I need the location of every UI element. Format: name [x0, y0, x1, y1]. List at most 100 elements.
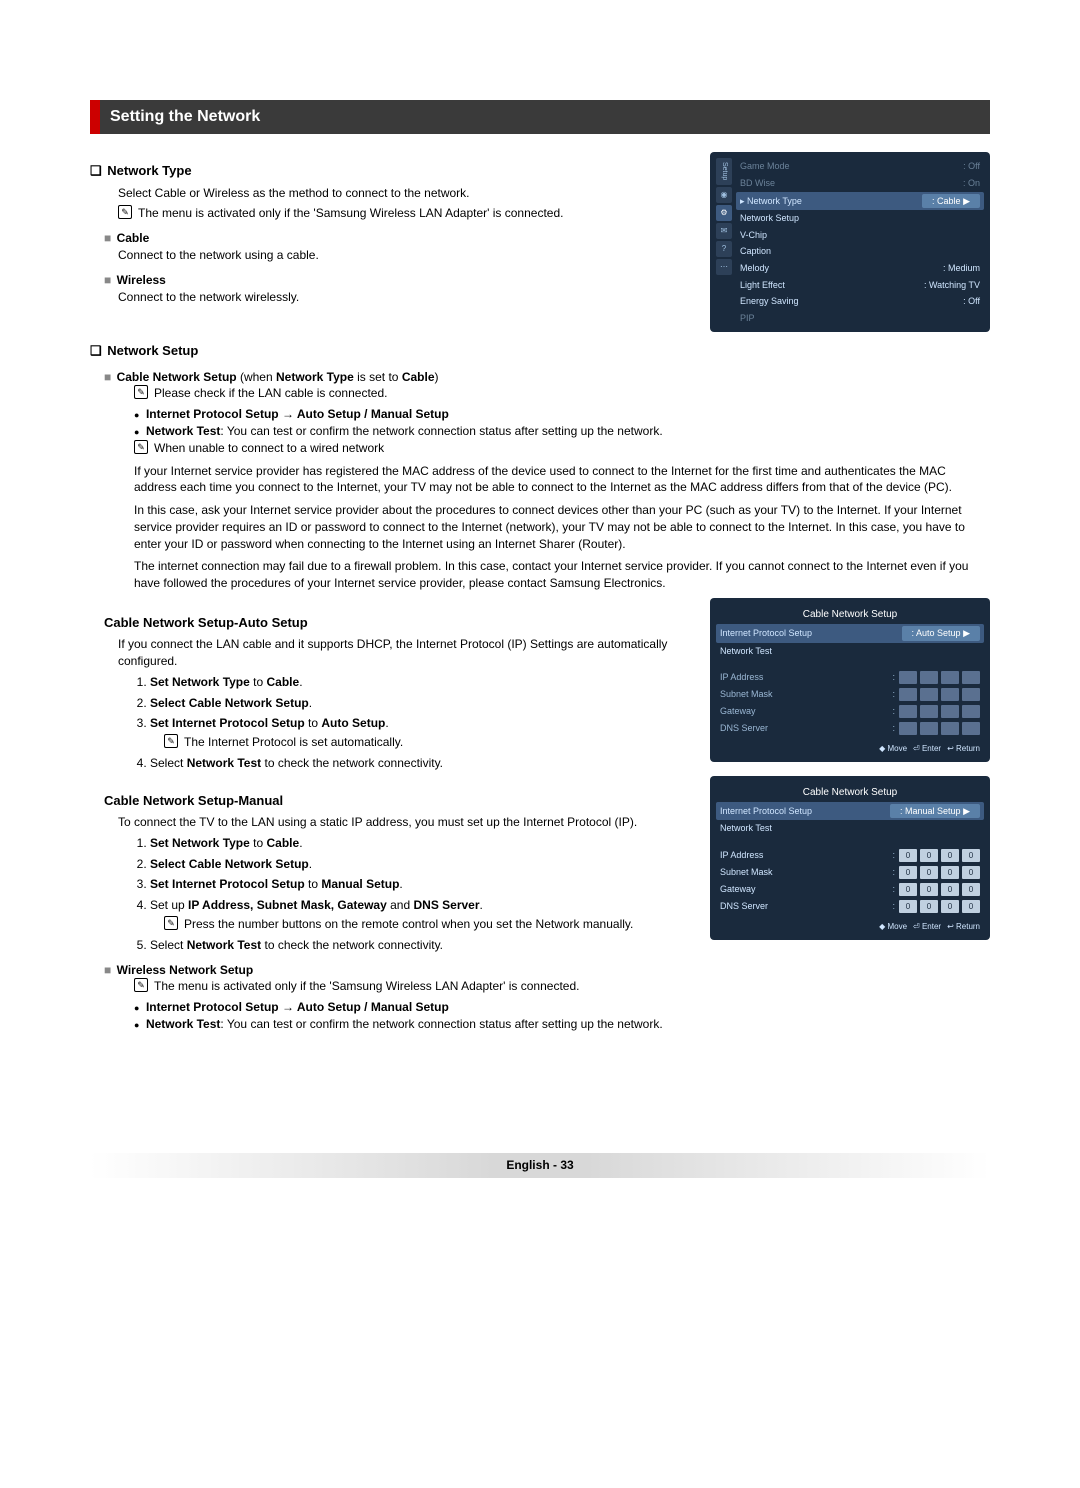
osd-menu-row[interactable]: Light Effect: Watching TV	[736, 277, 984, 294]
ip-octet-box	[962, 671, 980, 684]
ip-octet-box[interactable]: 0	[920, 849, 938, 862]
note-text: The menu is activated only if the 'Samsu…	[138, 205, 563, 222]
ip-octet-box[interactable]: 0	[899, 900, 917, 913]
ip-octet-box[interactable]: 0	[899, 883, 917, 896]
note-text: The Internet Protocol is set automatical…	[184, 734, 403, 751]
ip-octet-box[interactable]: 0	[962, 900, 980, 913]
ip-octet-box	[941, 671, 959, 684]
osd-label: DNS Server	[720, 900, 888, 913]
list-item: Select Cable Network Setup.	[150, 695, 690, 712]
osd-label: Subnet Mask	[720, 866, 888, 879]
osd-label: Game Mode	[740, 160, 790, 173]
osd-label: DNS Server	[720, 722, 888, 735]
osd-ip-row: Gateway:	[716, 703, 984, 720]
osd-ip-row[interactable]: Subnet Mask:0000	[716, 864, 984, 881]
bullet-network-test-wireless: Network Test: You can test or confirm th…	[134, 1016, 690, 1033]
osd-tab-icon-2[interactable]: ⚙	[716, 205, 732, 221]
ip-octet-box[interactable]: 0	[962, 849, 980, 862]
list-item: Set up IP Address, Subnet Mask, Gateway …	[150, 897, 690, 933]
auto-setup-intro: If you connect the LAN cable and it supp…	[118, 636, 690, 670]
label-part: is set to	[354, 370, 402, 384]
osd-label: Network Test	[720, 822, 772, 835]
auto-setup-steps: Set Network Type to Cable. Select Cable …	[134, 674, 690, 772]
ip-octet-box[interactable]: 0	[941, 883, 959, 896]
ip-octet-box[interactable]: 0	[962, 883, 980, 896]
osd-label: Gateway	[720, 883, 888, 896]
note-icon: ✎	[118, 205, 132, 219]
ip-octet-box	[899, 671, 917, 684]
osd-tab-icon-5[interactable]: ⋯	[716, 259, 732, 275]
para-firewall: The internet connection may fail due to …	[134, 558, 990, 592]
ip-octet-box[interactable]: 0	[920, 883, 938, 896]
label-part: : You can test or confirm the network co…	[220, 424, 662, 438]
auto-setup-title: Cable Network Setup-Auto Setup	[104, 614, 690, 632]
label-part: Network Type	[276, 370, 354, 384]
osd-ip-row[interactable]: Gateway:0000	[716, 881, 984, 898]
ip-octet-box[interactable]: 0	[941, 900, 959, 913]
osd-footer: ◆ Move⏎ Enter↩ Return	[716, 915, 984, 934]
bullet-ips: Internet Protocol Setup → Auto Setup / M…	[134, 406, 990, 423]
ip-octet-box[interactable]: 0	[899, 866, 917, 879]
osd-row-test[interactable]: Network Test	[716, 643, 984, 660]
page-footer: English - 33	[90, 1153, 990, 1178]
osd-menu-row[interactable]: Energy Saving: Off	[736, 293, 984, 310]
ip-octet-box	[941, 705, 959, 718]
osd-title: Cable Network Setup	[716, 604, 984, 624]
osd-tab-icon-4[interactable]: ?	[716, 241, 732, 257]
osd-footer: ◆ Move⏎ Enter↩ Return	[716, 737, 984, 756]
osd-menu-row[interactable]: ▸ Network Type: Cable ▶	[736, 192, 984, 211]
ip-octet-box[interactable]: 0	[920, 866, 938, 879]
osd-menu-row[interactable]: V-Chip	[736, 227, 984, 244]
osd-label: Network Setup	[740, 212, 799, 225]
osd-value: : Off	[963, 295, 980, 308]
osd-menu-row[interactable]: Melody : Medium	[736, 260, 984, 277]
list-item: Select Network Test to check the network…	[150, 937, 690, 954]
ip-octet-box[interactable]: 0	[962, 866, 980, 879]
network-setup-heading: Network Setup	[90, 342, 990, 360]
osd-ip-row[interactable]: IP Address:0000	[716, 847, 984, 864]
osd-label: Internet Protocol Setup	[720, 627, 812, 640]
osd-label: Melody	[740, 262, 769, 275]
osd-value: : Auto Setup ▶	[902, 626, 980, 641]
list-item: Set Network Type to Cable.	[150, 835, 690, 852]
osd-ip-row[interactable]: DNS Server:0000	[716, 898, 984, 915]
ip-octet-box	[899, 705, 917, 718]
list-item: Set Internet Protocol Setup to Auto Setu…	[150, 715, 690, 751]
note-number-buttons: ✎Press the number buttons on the remote …	[164, 916, 690, 933]
osd-row-test[interactable]: Network Test	[716, 820, 984, 837]
bullet-ips-wireless: Internet Protocol Setup → Auto Setup / M…	[134, 999, 690, 1016]
manual-setup-intro: To connect the TV to the LAN using a sta…	[118, 814, 690, 831]
ip-octet-box	[962, 722, 980, 735]
item-wireless-desc: Connect to the network wirelessly.	[118, 289, 690, 306]
item-cable-network-setup: Cable Network Setup (when Network Type i…	[104, 369, 990, 386]
ip-octet-box[interactable]: 0	[941, 849, 959, 862]
osd-menu-row[interactable]: Network Setup	[736, 210, 984, 227]
manual-setup-title: Cable Network Setup-Manual	[104, 792, 690, 810]
osd-value: : Medium	[943, 262, 980, 275]
osd-title: Cable Network Setup	[716, 782, 984, 802]
ip-octet-box[interactable]: 0	[941, 866, 959, 879]
osd-setup-menu: Setup ◉ ⚙ ✉ ? ⋯ Game Mode: OffBD Wise: O…	[710, 152, 990, 332]
osd-tab-setup[interactable]: Setup	[716, 158, 732, 184]
note-icon: ✎	[134, 385, 148, 399]
ip-octet-box	[941, 688, 959, 701]
osd-label: Light Effect	[740, 279, 785, 292]
list-item: Select Network Test to check the network…	[150, 755, 690, 772]
osd-row-ips[interactable]: Internet Protocol Setup : Auto Setup ▶	[716, 624, 984, 643]
osd-row-ips[interactable]: Internet Protocol Setup : Manual Setup ▶	[716, 802, 984, 821]
osd-tab-icon-1[interactable]: ◉	[716, 187, 732, 203]
ip-octet-box[interactable]: 0	[920, 900, 938, 913]
note-unable-connect: ✎ When unable to connect to a wired netw…	[134, 440, 990, 457]
osd-value: : On	[963, 177, 980, 190]
osd-tab-icon-3[interactable]: ✉	[716, 223, 732, 239]
osd-label: Caption	[740, 245, 771, 258]
ip-octet-box	[899, 722, 917, 735]
item-wireless-network-setup: Wireless Network Setup	[104, 962, 690, 979]
osd-menu-row: PIP	[736, 310, 984, 327]
osd-value: : Manual Setup ▶	[890, 804, 980, 819]
note-text: Press the number buttons on the remote c…	[184, 916, 633, 933]
para-mac-address: If your Internet service provider has re…	[134, 463, 990, 497]
ip-octet-box[interactable]: 0	[899, 849, 917, 862]
osd-label: IP Address	[720, 671, 888, 684]
osd-menu-row[interactable]: Caption	[736, 243, 984, 260]
